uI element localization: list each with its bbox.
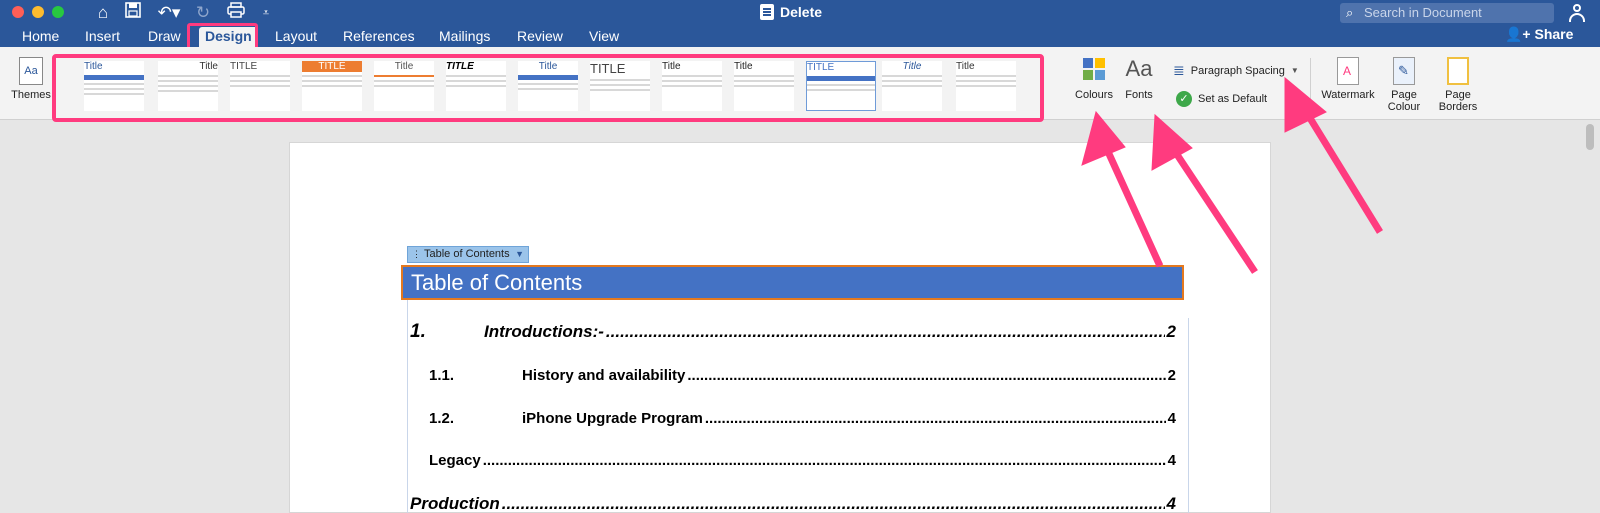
themes-icon: Aa: [19, 57, 43, 85]
toc-entry-text: History and availability: [522, 367, 686, 384]
toc-entry[interactable]: 1. Introductions:- 2: [410, 321, 1176, 343]
fonts-button[interactable]: Aa Fonts: [1117, 55, 1161, 101]
toc-leader-dots: [687, 367, 1165, 384]
home-icon[interactable]: ⌂: [93, 2, 113, 24]
page-borders-button[interactable]: Page Borders: [1432, 57, 1484, 113]
fonts-icon: Aa: [1125, 56, 1153, 81]
toc-entry-text: Introductions:-: [484, 322, 604, 341]
style-gallery-highlight: [52, 54, 1044, 122]
redo-icon[interactable]: ↻: [194, 2, 212, 24]
tab-home[interactable]: Home: [22, 27, 59, 47]
share-button[interactable]: 👤+ Share: [1505, 26, 1573, 43]
toc-content-control-tag[interactable]: ⋮ Table of Contents ▼: [407, 246, 529, 263]
search-input[interactable]: ⌕ Search in Document: [1340, 3, 1554, 23]
themes-button[interactable]: Aa Themes: [10, 57, 52, 101]
chevron-down-icon[interactable]: ▼: [515, 247, 524, 262]
paragraph-spacing-label: Paragraph Spacing: [1190, 64, 1285, 77]
ribbon-divider: [1310, 58, 1311, 114]
toc-entry[interactable]: 1.1. History and availability 2: [429, 367, 1176, 384]
toc-entry[interactable]: 1.2. iPhone Upgrade Program 4: [429, 410, 1176, 427]
toc-entry-number: 1.1.: [429, 367, 455, 384]
themes-label: Themes: [11, 89, 51, 101]
tab-mailings[interactable]: Mailings: [439, 27, 490, 47]
fonts-label: Fonts: [1125, 89, 1153, 101]
toc-entry-page: 4: [1166, 494, 1176, 513]
paragraph-spacing-button[interactable]: ≣ Paragraph Spacing ▼: [1173, 62, 1299, 79]
check-icon: ✓: [1176, 91, 1192, 107]
tab-view[interactable]: View: [589, 27, 619, 47]
toc-entry-page: 2: [1166, 322, 1176, 341]
customize-icon[interactable]: ⩡: [260, 2, 272, 24]
zoom-window-button[interactable]: [52, 6, 64, 18]
toc-entry[interactable]: Legacy 4: [429, 452, 1176, 469]
close-window-button[interactable]: [12, 6, 24, 18]
watermark-label: Watermark: [1321, 89, 1375, 101]
chevron-down-icon: ▼: [1290, 66, 1299, 75]
toc-leader-dots: [502, 494, 1165, 513]
toc-entry-page: 4: [1167, 410, 1176, 427]
annotation-arrow: [1302, 108, 1383, 234]
search-placeholder: Search in Document: [1364, 5, 1482, 20]
toc-leader-dots: [483, 452, 1166, 469]
tab-references[interactable]: References: [343, 27, 415, 47]
toc-entry-number: 1.2.: [429, 410, 455, 427]
share-icon: 👤+: [1505, 26, 1531, 42]
toc-entry-number: 1.: [410, 321, 426, 342]
page-colour-button[interactable]: ✎ Page Colour: [1380, 57, 1428, 113]
page-colour-label: Page Colour: [1387, 89, 1421, 113]
save-icon[interactable]: [124, 2, 142, 24]
toc-leader-dots: [705, 410, 1166, 427]
set-as-default-button[interactable]: ✓ Set as Default: [1176, 91, 1267, 107]
watermark-button[interactable]: A Watermark: [1318, 57, 1378, 101]
toc-entry[interactable]: Production 4: [410, 494, 1176, 513]
colours-button[interactable]: Colours: [1072, 57, 1116, 101]
search-icon: ⌕: [1346, 5, 1354, 20]
paragraph-spacing-icon: ≣: [1173, 62, 1185, 78]
page-colour-icon: ✎: [1393, 57, 1415, 85]
toc-leader-dots: [606, 322, 1165, 342]
toc-tag-label: Table of Contents: [424, 248, 510, 260]
tab-draw[interactable]: Draw: [148, 27, 181, 47]
page-borders-icon: [1447, 57, 1469, 85]
watermark-icon: A: [1337, 57, 1359, 85]
window-title: Delete: [760, 4, 822, 20]
print-icon[interactable]: [226, 2, 246, 24]
window-title-text: Delete: [780, 4, 823, 20]
toc-entry-text: Production: [410, 494, 500, 513]
toc-control-border: [1188, 318, 1189, 513]
drag-handle-icon[interactable]: ⋮: [412, 247, 421, 262]
user-icon[interactable]: [1568, 3, 1586, 23]
page-borders-label: Page Borders: [1438, 89, 1478, 113]
set-as-default-label: Set as Default: [1198, 93, 1268, 105]
toc-entry-page: 4: [1167, 452, 1176, 469]
share-label: Share: [1534, 26, 1574, 42]
toc-control-border: [407, 300, 408, 513]
toc-heading[interactable]: Table of Contents: [401, 265, 1184, 300]
toc-entry-text: iPhone Upgrade Program: [522, 410, 703, 427]
tab-review[interactable]: Review: [517, 27, 563, 47]
undo-icon[interactable]: ↶▾: [156, 2, 182, 24]
minimize-window-button[interactable]: [32, 6, 44, 18]
tab-insert[interactable]: Insert: [85, 27, 120, 47]
toc-entry-page: 2: [1167, 367, 1176, 384]
tab-layout[interactable]: Layout: [275, 27, 317, 47]
word-document-icon: [760, 4, 774, 20]
toc-entry-text: Legacy: [429, 452, 481, 469]
vertical-scrollbar[interactable]: [1586, 124, 1594, 150]
colours-label: Colours: [1075, 89, 1113, 101]
colours-icon: [1081, 57, 1107, 81]
